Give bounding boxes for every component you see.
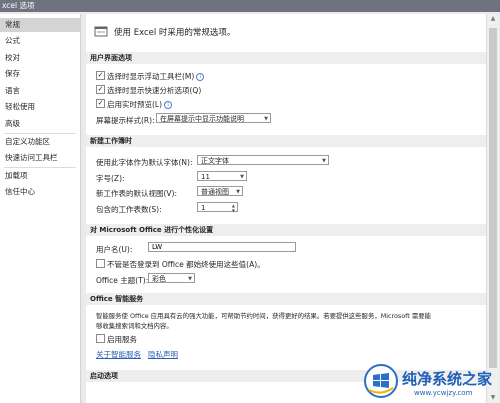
scrollbar-thumb[interactable] — [489, 28, 497, 368]
dropdown-arrow-icon: ▼ — [322, 158, 326, 164]
sidebar-item-language[interactable]: 语言 — [0, 84, 80, 98]
sidebar-item-accessibility[interactable]: 轻松使用 — [0, 100, 80, 114]
quick-analysis-label: 选择时显示快速分析选项(Q) — [107, 86, 202, 95]
general-settings-icon — [94, 26, 108, 37]
office-theme-label: Office 主题(T): — [96, 276, 149, 285]
intelligent-services-description-line2: 够收集搜索词和文档内容。 — [96, 322, 173, 330]
default-view-value: 普通视图 — [201, 188, 229, 196]
sheet-count-spinner[interactable]: 1 ▲ ▼ — [197, 202, 238, 213]
window-title: xcel 选项 — [2, 1, 35, 10]
about-intelligent-services-link[interactable]: 关于智能服务 — [96, 349, 141, 360]
sidebar-item-label: 高级 — [5, 119, 20, 128]
section-header-personalize: 对 Microsoft Office 进行个性化设置 — [86, 224, 486, 236]
sidebar-item-label: 语言 — [5, 86, 20, 95]
intro-text: 使用 Excel 时采用的常规选项。 — [114, 28, 236, 38]
sidebar-divider — [4, 133, 76, 134]
privacy-statement-link[interactable]: 隐私声明 — [148, 349, 178, 360]
dropdown-arrow-icon: ▼ — [188, 276, 192, 282]
sidebar-item-advanced[interactable]: 高级 — [0, 117, 80, 131]
sidebar-item-label: 加载项 — [5, 171, 28, 180]
screentip-style-label: 屏幕提示样式(R): — [96, 116, 155, 125]
default-font-dropdown[interactable]: 正文字体 ▼ — [197, 155, 329, 165]
window-title-bar: xcel 选项 — [0, 0, 500, 12]
intelligent-services-description-line1: 智能服务使 Office 应用具有云的强大功能，可帮助节约时间，获得更好的结果。… — [96, 312, 432, 320]
vertical-scrollbar[interactable]: ▲ ▼ — [486, 14, 499, 403]
watermark-name: 纯净系统之家 — [402, 370, 493, 388]
sidebar-item-formulas[interactable]: 公式 — [0, 34, 80, 48]
default-font-label: 使用此字体作为默认字体(N): — [96, 158, 193, 167]
watermark-url: www.ycwjzy.com — [414, 389, 473, 397]
default-view-dropdown[interactable]: 普通视图 ▼ — [197, 186, 243, 196]
watermark: 纯净系统之家 www.ycwjzy.com — [362, 360, 500, 403]
info-icon[interactable]: i — [196, 73, 205, 81]
sidebar-item-label: 轻松使用 — [5, 102, 35, 111]
enable-services-label: 启用服务 — [107, 335, 137, 344]
sidebar-divider — [4, 167, 76, 168]
section-header-new-workbook: 新建工作簿时 — [86, 135, 486, 147]
sidebar-item-label: 保存 — [5, 69, 20, 78]
default-view-label: 新工作表的默认视图(V): — [96, 189, 178, 198]
section-header-intelligent-services: Office 智能服务 — [86, 293, 486, 305]
sidebar-item-proofing[interactable]: 校对 — [0, 51, 80, 65]
sidebar-item-save[interactable]: 保存 — [0, 67, 80, 81]
always-use-values-checkbox[interactable] — [96, 259, 105, 268]
dropdown-arrow-icon: ▼ — [236, 189, 240, 195]
sidebar-item-quick-access-toolbar[interactable]: 快速访问工具栏 — [0, 151, 80, 165]
default-font-value: 正文字体 — [201, 157, 229, 165]
office-theme-dropdown[interactable]: 彩色 ▼ — [148, 273, 195, 283]
spinner-arrows-icon[interactable]: ▲ ▼ — [232, 203, 235, 213]
username-label: 用户名(U): — [96, 245, 133, 254]
sidebar-item-general[interactable]: 常规 — [0, 18, 80, 32]
live-preview-text: 启用实时预览(L) — [107, 100, 163, 109]
section-header-ui-options: 用户界面选项 — [86, 52, 486, 64]
floating-toolbar-label: 选择时显示浮动工具栏(M) i — [107, 71, 205, 82]
font-size-value: 11 — [201, 173, 210, 181]
username-input[interactable] — [148, 242, 296, 252]
font-size-label: 字号(Z): — [96, 174, 125, 183]
screentip-style-value: 在屏幕提示中显示功能说明 — [160, 115, 244, 123]
sidebar-item-addins[interactable]: 加载项 — [0, 169, 80, 183]
sheet-count-label: 包含的工作表数(S): — [96, 205, 162, 214]
dropdown-arrow-icon: ▼ — [264, 116, 268, 122]
windows-logo-icon — [364, 364, 398, 398]
sidebar-item-label: 常规 — [5, 20, 20, 29]
sidebar-item-label: 自定义功能区 — [5, 137, 50, 146]
sidebar: 常规 公式 校对 保存 语言 轻松使用 高级 自定义功能区 快速访问工具栏 加载… — [0, 14, 81, 403]
scroll-up-icon[interactable]: ▲ — [487, 14, 499, 24]
sidebar-item-label: 信任中心 — [5, 187, 35, 196]
font-size-dropdown[interactable]: 11 ▼ — [197, 171, 247, 181]
office-theme-value: 彩色 — [152, 275, 166, 283]
floating-toolbar-text: 选择时显示浮动工具栏(M) — [107, 72, 195, 81]
always-use-values-label: 不管是否登录到 Office 都始终使用这些值(A)。 — [107, 260, 265, 269]
sidebar-item-trust-center[interactable]: 信任中心 — [0, 185, 80, 199]
enable-services-checkbox[interactable] — [96, 334, 105, 343]
dropdown-arrow-icon: ▼ — [240, 174, 244, 180]
sidebar-item-label: 快速访问工具栏 — [5, 153, 58, 162]
quick-analysis-checkbox[interactable]: ✓ — [96, 85, 105, 94]
sidebar-item-label: 公式 — [5, 36, 20, 45]
sidebar-item-label: 校对 — [5, 53, 20, 62]
sidebar-item-customize-ribbon[interactable]: 自定义功能区 — [0, 135, 80, 149]
info-icon[interactable]: i — [164, 101, 173, 109]
live-preview-label: 启用实时预览(L) i — [107, 99, 173, 110]
options-panel: 使用 Excel 时采用的常规选项。 用户界面选项 ✓ 选择时显示浮动工具栏(M… — [86, 14, 486, 403]
live-preview-checkbox[interactable]: ✓ — [96, 99, 105, 108]
sheet-count-value: 1 — [201, 204, 206, 212]
floating-toolbar-checkbox[interactable]: ✓ — [96, 71, 105, 80]
screentip-style-dropdown[interactable]: 在屏幕提示中显示功能说明 ▼ — [156, 113, 271, 123]
